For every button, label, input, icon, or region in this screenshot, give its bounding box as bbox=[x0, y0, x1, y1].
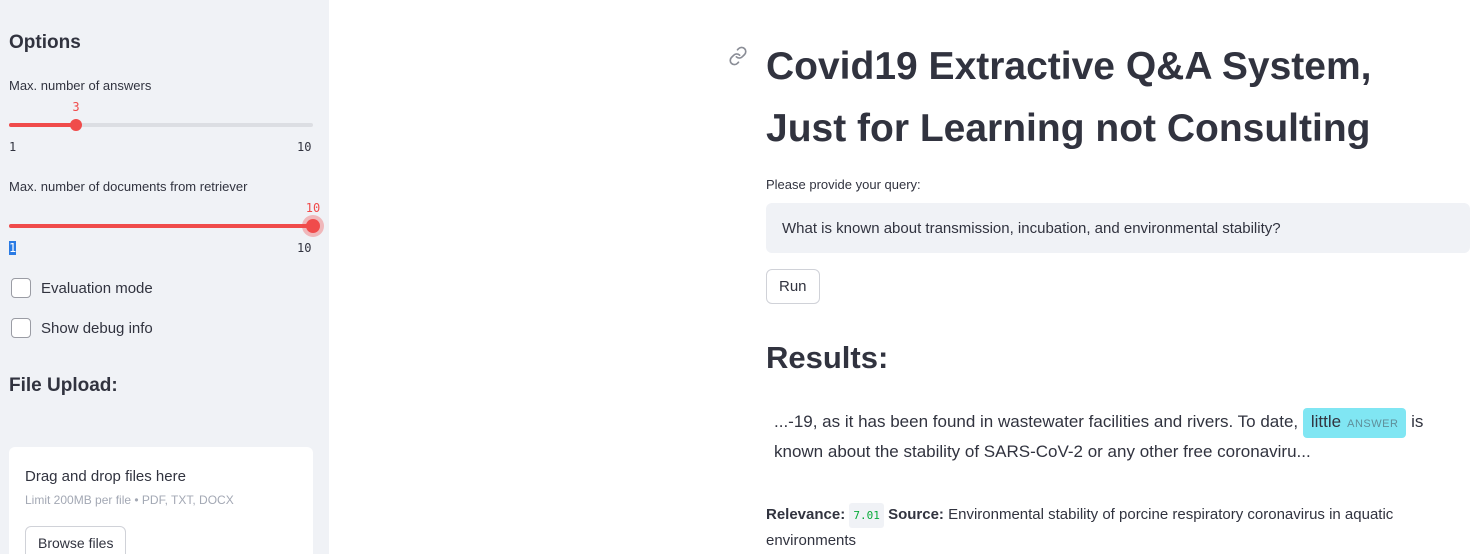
sidebar: Options Max. number of answers 3 1 10 Ma… bbox=[0, 0, 329, 554]
source-label: Source: bbox=[888, 506, 944, 523]
answer-highlight-text: little bbox=[1310, 412, 1342, 431]
file-dropzone[interactable]: Drag and drop files here Limit 200MB per… bbox=[9, 447, 313, 554]
results-heading: Results: bbox=[766, 340, 889, 375]
page-title: Covid19 Extractive Q&A System, Just for … bbox=[766, 36, 1470, 160]
relevance-value: 7.01 bbox=[849, 503, 884, 528]
answer-tag: ANSWER bbox=[1347, 418, 1399, 430]
docs-slider-fill bbox=[9, 224, 313, 228]
docs-slider-min: 1 bbox=[9, 241, 17, 255]
answers-slider-thumb[interactable] bbox=[70, 119, 82, 131]
evaluation-mode-label: Evaluation mode bbox=[41, 279, 153, 297]
answer-context-before: ...-19, as it has been found in wastewat… bbox=[774, 412, 1299, 431]
page-title-line1: Covid19 Extractive Q&A System, bbox=[766, 45, 1372, 88]
answers-slider-max: 10 bbox=[297, 140, 312, 154]
relevance-label: Relevance: bbox=[766, 506, 846, 523]
dropzone-title: Drag and drop files here bbox=[25, 468, 186, 485]
docs-slider-value: 10 bbox=[305, 201, 321, 215]
answer-highlight: little ANSWER bbox=[1302, 408, 1407, 438]
answers-slider-fill bbox=[9, 123, 76, 127]
page-title-line2: Just for Learning not Consulting bbox=[766, 107, 1371, 150]
dropzone-limit: Limit 200MB per file • PDF, TXT, DOCX bbox=[25, 493, 234, 507]
debug-info-checkbox[interactable] bbox=[11, 318, 31, 338]
query-label: Please provide your query: bbox=[766, 177, 921, 192]
options-heading: Options bbox=[9, 32, 81, 53]
query-input[interactable] bbox=[766, 203, 1470, 253]
docs-slider-label: Max. number of documents from retriever bbox=[9, 179, 248, 194]
browse-files-button[interactable]: Browse files bbox=[25, 526, 127, 554]
answer-context: ...-19, as it has been found in wastewat… bbox=[774, 408, 1464, 465]
evaluation-mode-checkbox-row[interactable]: Evaluation mode bbox=[11, 278, 153, 298]
docs-slider[interactable]: 10 bbox=[9, 201, 320, 233]
file-upload-heading: File Upload: bbox=[9, 375, 118, 396]
answers-slider[interactable]: 3 bbox=[9, 100, 313, 131]
result-meta: Relevance: 7.01 Source: Environmental st… bbox=[766, 502, 1466, 553]
docs-slider-thumb[interactable] bbox=[306, 219, 320, 233]
link-icon[interactable] bbox=[728, 46, 748, 66]
evaluation-mode-checkbox[interactable] bbox=[11, 278, 31, 298]
docs-slider-max: 10 bbox=[297, 241, 312, 255]
run-button[interactable]: Run bbox=[766, 269, 820, 304]
debug-info-checkbox-row[interactable]: Show debug info bbox=[11, 318, 153, 338]
answers-slider-min: 1 bbox=[9, 140, 17, 154]
debug-info-label: Show debug info bbox=[41, 319, 153, 337]
answers-slider-label: Max. number of answers bbox=[9, 78, 152, 93]
answers-slider-value: 3 bbox=[72, 100, 80, 114]
